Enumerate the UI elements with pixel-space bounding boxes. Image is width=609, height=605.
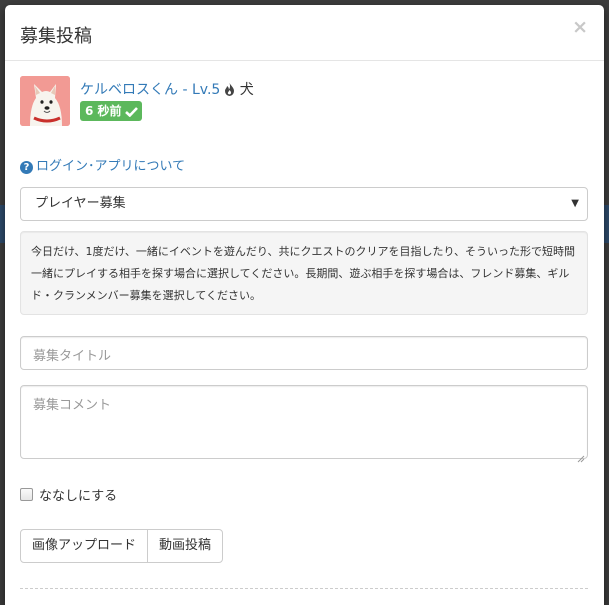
time-ago-text: 6 秒前 [85, 104, 122, 118]
user-name-link[interactable]: ケルベロスくん - Lv.5 [80, 82, 220, 98]
recruit-comment-placeholder: 募集コメント [33, 398, 112, 413]
login-app-help-link[interactable]: ? ログイン･アプリについて [20, 155, 185, 174]
help-link-label: ログイン･アプリについて [36, 159, 186, 174]
post-type-selected-value: プレイヤー募集 [35, 196, 126, 211]
anonymous-checkbox[interactable] [20, 488, 33, 501]
post-type-description: 今日だけ、1度だけ、一緒にイベントを遊んだり、共にクエストのクリアを目指したり、… [20, 231, 588, 315]
media-button-group: 画像アップロード 動画投稿 [20, 529, 224, 563]
modal-header: 募集投稿 × [5, 5, 604, 61]
anonymous-checkbox-row[interactable]: ななしにする [20, 485, 117, 504]
recruit-title-input[interactable]: 募集タイトル [20, 336, 588, 370]
check-icon [124, 103, 138, 123]
recruit-title-placeholder: 募集タイトル [33, 349, 112, 364]
video-post-button[interactable]: 動画投稿 [147, 529, 224, 563]
resize-grip-icon[interactable] [577, 448, 585, 463]
time-ago-badge: 6 秒前 [80, 101, 142, 121]
dashed-divider [20, 588, 588, 589]
user-info: ケルベロスくん - Lv.5 犬 6 秒前 [20, 76, 588, 128]
user-species: 犬 [239, 82, 254, 98]
recruit-post-modal: 募集投稿 × ケルベロスくん - Lv.5 犬 6 秒前 ? ログイン･アプリに… [5, 5, 604, 605]
recruit-comment-textarea[interactable]: 募集コメント [20, 385, 588, 463]
post-type-select[interactable]: プレイヤー募集 ▼ [20, 187, 588, 221]
modal-title: 募集投稿 [20, 26, 92, 47]
close-button[interactable]: × [572, 18, 588, 37]
anonymous-checkbox-label: ななしにする [39, 489, 118, 504]
flame-icon [224, 83, 235, 100]
question-circle-icon: ? [20, 161, 33, 174]
user-name-line: ケルベロスくん - Lv.5 犬 [80, 79, 254, 100]
chevron-down-icon: ▼ [571, 198, 579, 209]
shiba-dog-avatar-icon[interactable] [20, 76, 70, 126]
image-upload-button[interactable]: 画像アップロード [20, 529, 149, 563]
